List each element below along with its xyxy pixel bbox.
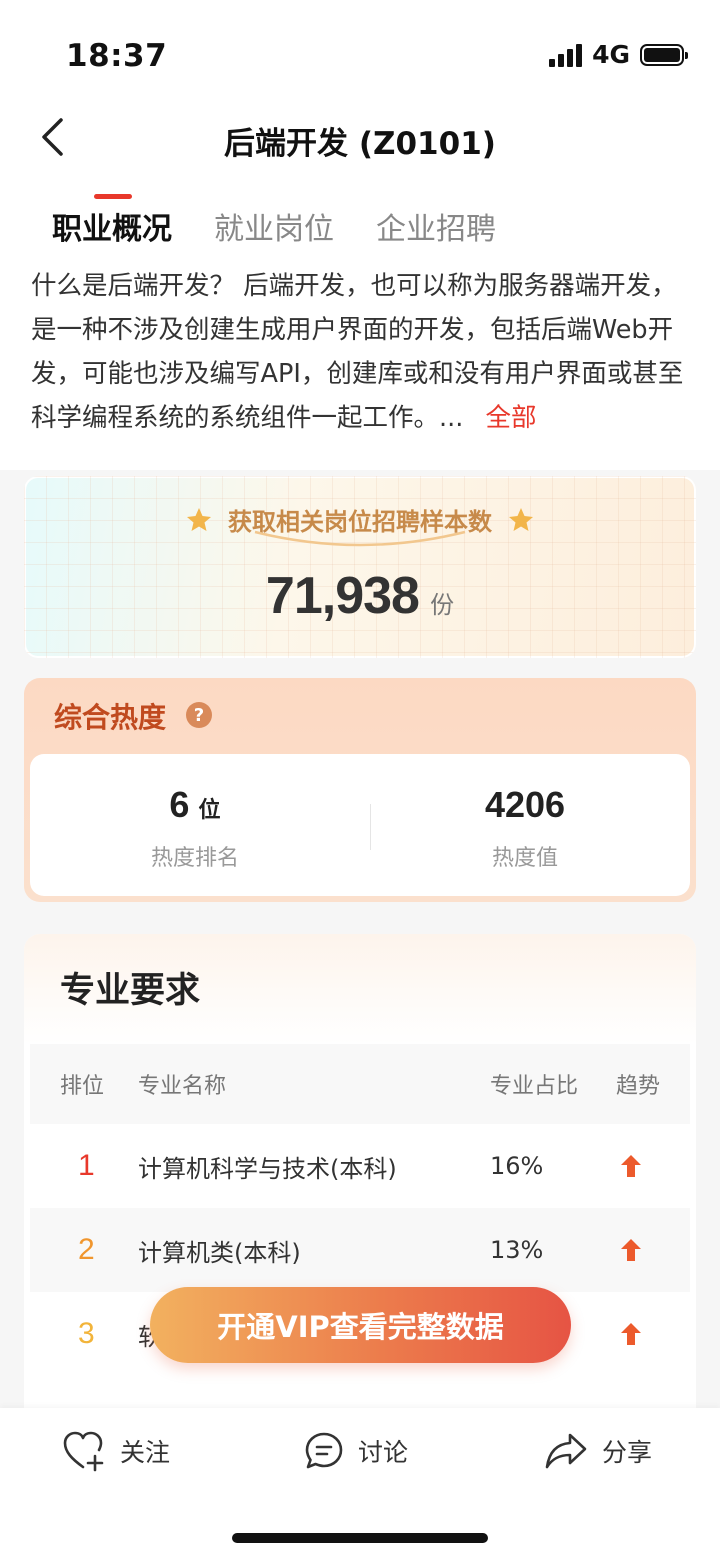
sample-count-card: 获取相关岗位招聘样本数 71,938 份 (24, 476, 696, 658)
trend-cell (616, 1124, 676, 1208)
arrow-up-icon (621, 1239, 641, 1261)
major-title: 专业要求 (60, 971, 201, 1011)
page-title: 后端开发 (Z0101) (224, 126, 496, 162)
star-icon (509, 507, 533, 531)
share-button[interactable]: 分享 (544, 1426, 652, 1476)
share-arrow-icon (545, 1433, 587, 1469)
heat-card: 综合热度 ? 6 位 热度排名 4206 热度值 (24, 678, 696, 902)
description-text: 什么是后端开发？ 后端开发，也可以称为服务器端开发，是一种不涉及创建生成用户界面… (31, 271, 684, 433)
major-name: 计算机类(本科) (138, 1238, 301, 1267)
chat-bubble-icon (305, 1432, 343, 1469)
rank-number: 1 (78, 1149, 95, 1182)
status-indicators: 4G (549, 40, 688, 69)
heat-stats: 6 位 热度排名 4206 热度值 (30, 754, 690, 896)
tab-career-overview[interactable]: 职业概况 (52, 194, 172, 248)
header-rank: 排位 (60, 1074, 105, 1099)
help-icon[interactable]: ? (186, 702, 212, 728)
heat-rank-value: 6 (169, 784, 190, 825)
table-row[interactable]: 2 计算机类(本科) 13% (30, 1208, 690, 1292)
table-header: 排位 专业名称 专业占比 趋势 (30, 1044, 690, 1124)
sample-count-unit: 份 (430, 591, 455, 619)
heat-rank-value-row: 6 位 (30, 784, 360, 826)
arrow-up-icon (621, 1155, 641, 1177)
header-trend: 趋势 (616, 1074, 661, 1099)
heart-plus-icon (63, 1431, 104, 1472)
open-vip-button[interactable]: 开通VIP查看完整数据 (150, 1287, 571, 1363)
signal-icon (549, 43, 583, 67)
tab-label: 就业岗位 (214, 212, 334, 247)
table-row[interactable]: 1 计算机科学与技术(本科) 16% (30, 1124, 690, 1208)
career-description: 什么是后端开发？ 后端开发，也可以称为服务器端开发，是一种不涉及创建生成用户界面… (31, 264, 691, 440)
heat-rank-label: 热度排名 (150, 846, 239, 871)
status-time: 18:37 (66, 38, 168, 74)
network-type: 4G (592, 40, 630, 69)
rank-number: 3 (78, 1317, 95, 1350)
header-name: 专业名称 (138, 1074, 227, 1099)
tab-recruitment[interactable]: 企业招聘 (376, 204, 496, 248)
major-ratio: 13% (490, 1236, 544, 1264)
heat-rank-unit: 位 (198, 798, 221, 823)
sample-value-row: 71,938 份 (24, 566, 696, 626)
sample-count-value: 71,938 (265, 567, 420, 625)
heat-title: 综合热度 (54, 701, 167, 734)
trend-cell (616, 1208, 676, 1292)
tab-label: 企业招聘 (376, 212, 496, 247)
heat-rank: 6 位 热度排名 (30, 754, 360, 896)
heat-score: 4206 热度值 (360, 754, 690, 896)
share-label: 分享 (602, 1438, 653, 1467)
tab-label: 职业概况 (52, 212, 172, 247)
trend-cell (616, 1292, 676, 1376)
major-ratio: 16% (490, 1152, 544, 1180)
follow-label: 关注 (120, 1438, 171, 1467)
arrow-up-icon (621, 1323, 641, 1345)
discuss-button[interactable]: 讨论 (304, 1426, 408, 1476)
major-requirements-card: 专业要求 排位 专业名称 专业占比 趋势 1 计算机科学与技术(本科) 16% … (24, 934, 696, 1454)
star-icon (187, 507, 211, 531)
rank-cell: 3 (60, 1292, 120, 1376)
active-tab-indicator (94, 194, 132, 199)
discuss-label: 讨论 (358, 1438, 409, 1467)
header-ratio: 专业占比 (490, 1074, 579, 1099)
heat-score-value-row: 4206 (360, 784, 690, 826)
decorative-arc (254, 530, 466, 547)
rank-number: 2 (78, 1233, 95, 1266)
tab-jobs[interactable]: 就业岗位 (214, 204, 334, 248)
tab-bar: 职业概况 就业岗位 企业招聘 (52, 194, 496, 248)
battery-icon (640, 43, 688, 66)
major-name: 计算机科学与技术(本科) (138, 1154, 397, 1183)
expand-all-link[interactable]: 全部 (485, 403, 536, 433)
home-indicator (232, 1533, 488, 1543)
heat-score-value: 4206 (484, 784, 566, 825)
rank-cell: 1 (60, 1124, 120, 1208)
follow-button[interactable]: 关注 (62, 1426, 170, 1476)
rank-cell: 2 (60, 1208, 120, 1292)
heat-score-label: 热度值 (491, 846, 558, 871)
